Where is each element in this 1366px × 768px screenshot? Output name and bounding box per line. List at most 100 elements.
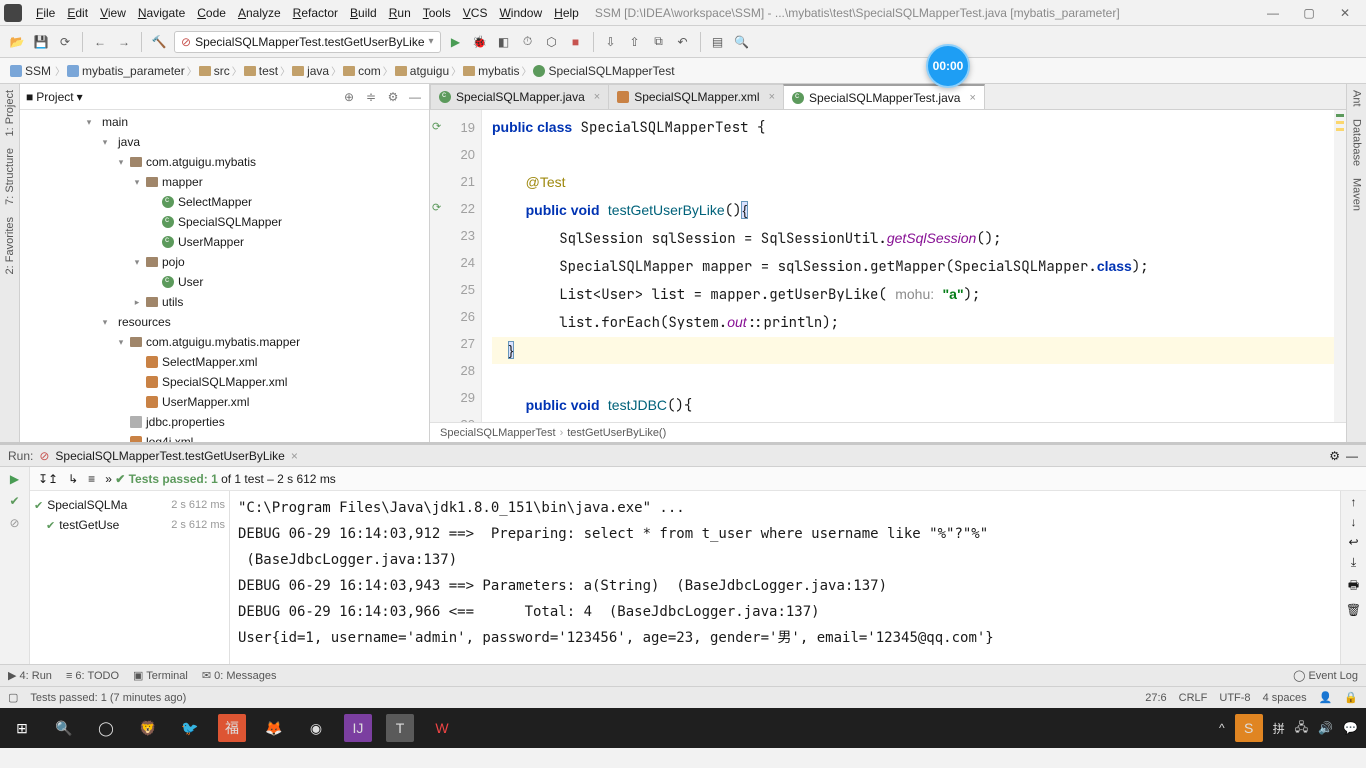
structure-tool-button[interactable]: 7: Structure <box>4 142 16 211</box>
maximize-button[interactable]: ▢ <box>1292 3 1326 23</box>
test-node[interactable]: ✔testGetUse2 s 612 ms <box>34 515 225 535</box>
caret-position[interactable]: 27:6 <box>1145 692 1166 704</box>
tree-node[interactable]: UserMapper <box>20 232 429 252</box>
sort-icon[interactable]: ↧↥ <box>38 472 58 486</box>
menu-run[interactable]: Run <box>383 4 417 22</box>
expander-icon[interactable]: ▾ <box>132 177 142 188</box>
scroll-down-icon[interactable]: ↓ <box>1351 515 1357 529</box>
expander-icon[interactable]: ▾ <box>100 317 110 328</box>
scroll-to-end-icon[interactable]: ⤓ <box>1351 555 1356 570</box>
inspections-icon[interactable]: 👤 <box>1319 691 1333 704</box>
breadcrumb-item[interactable]: java <box>290 64 331 78</box>
tree-node[interactable]: ▾resources <box>20 312 429 332</box>
clear-icon[interactable]: 🗑 <box>1346 603 1361 617</box>
line-separator[interactable]: CRLF <box>1179 692 1208 704</box>
menu-refactor[interactable]: Refactor <box>287 4 344 22</box>
attach-button[interactable]: ⬡ <box>543 33 561 51</box>
close-tab-icon[interactable]: × <box>769 91 775 103</box>
project-view-selector[interactable]: ■ Project ▾ <box>26 90 83 104</box>
menu-edit[interactable]: Edit <box>61 4 94 22</box>
editor-tab[interactable]: SpecialSQLMapper.xml× <box>608 84 784 109</box>
code-editor[interactable]: public class SpecialSQLMapperTest { @Tes… <box>482 110 1334 422</box>
breadcrumb-item[interactable]: atguigu <box>393 64 451 78</box>
expand-all-icon[interactable]: ≑ <box>363 89 379 105</box>
terminal-tab[interactable]: ▣ Terminal <box>133 669 188 682</box>
volume-icon[interactable]: 🔊 <box>1318 721 1333 735</box>
run-hide-icon[interactable]: — <box>1346 449 1358 463</box>
collapse-icon[interactable]: ≡ <box>88 472 95 486</box>
search-button[interactable]: 🔍 <box>50 714 78 742</box>
tree-node[interactable]: SelectMapper.xml <box>20 352 429 372</box>
firefox-icon[interactable]: 🦊 <box>260 714 288 742</box>
editor-breadcrumb[interactable]: SpecialSQLMapperTest › testGetUserByLike… <box>430 422 1346 442</box>
scroll-up-icon[interactable]: ↑ <box>1351 495 1357 509</box>
tree-node[interactable]: SpecialSQLMapper.xml <box>20 372 429 392</box>
app-icon[interactable]: T <box>386 714 414 742</box>
breadcrumb-module[interactable]: SSM <box>8 64 53 78</box>
tree-node[interactable]: ▾mapper <box>20 172 429 192</box>
expander-icon[interactable]: ▾ <box>84 117 94 128</box>
menu-view[interactable]: View <box>94 4 132 22</box>
gutter[interactable]: 19⟳202122⟳2324252627282930 <box>430 110 482 422</box>
breadcrumb-item[interactable]: SpecialSQLMapperTest <box>531 64 676 78</box>
app-icon[interactable]: 🐦 <box>176 714 204 742</box>
menu-vcs[interactable]: VCS <box>457 4 494 22</box>
maven-tool-button[interactable]: Maven <box>1351 172 1363 217</box>
messages-tab[interactable]: ✉ 0: Messages <box>202 669 277 682</box>
intellij-icon[interactable]: IJ <box>344 714 372 742</box>
favorites-tool-button[interactable]: 2: Favorites <box>4 211 16 280</box>
lock-icon[interactable]: 🔒 <box>1344 691 1358 704</box>
tree-node[interactable]: User <box>20 272 429 292</box>
tree-node[interactable]: log4j.xml <box>20 432 429 442</box>
close-button[interactable]: ✕ <box>1328 3 1362 23</box>
close-tab-icon[interactable]: × <box>969 92 975 104</box>
file-encoding[interactable]: UTF-8 <box>1219 692 1250 704</box>
notifications-icon[interactable]: 💬 <box>1343 721 1358 735</box>
tray-icon[interactable]: S <box>1235 714 1263 742</box>
profile-button[interactable]: ⏱ <box>519 33 537 51</box>
sync-icon[interactable]: ⟳ <box>56 33 74 51</box>
back-icon[interactable]: ← <box>91 33 109 51</box>
tree-node[interactable]: ▸utils <box>20 292 429 312</box>
minimize-button[interactable]: — <box>1256 3 1290 23</box>
menu-window[interactable]: Window <box>493 4 548 22</box>
chrome-icon[interactable]: ◉ <box>302 714 330 742</box>
vcs-history-icon[interactable]: ⧉ <box>650 33 668 51</box>
expander-icon[interactable]: ▾ <box>116 157 126 168</box>
tree-node[interactable]: jdbc.properties <box>20 412 429 432</box>
debug-button[interactable]: 🐞 <box>471 33 489 51</box>
test-node[interactable]: ✔SpecialSQLMa2 s 612 ms <box>34 495 225 515</box>
run-tab[interactable]: ▶ 4: Run <box>8 669 52 682</box>
menu-tools[interactable]: Tools <box>417 4 457 22</box>
run-settings-icon[interactable]: ⚙ <box>1329 449 1340 463</box>
soft-wrap-icon[interactable]: ↩ <box>1348 535 1358 549</box>
tree-node[interactable]: SelectMapper <box>20 192 429 212</box>
toggle-ignore-icon[interactable]: ⊘ <box>7 515 23 531</box>
vcs-revert-icon[interactable]: ↶ <box>674 33 692 51</box>
menu-build[interactable]: Build <box>344 4 383 22</box>
breadcrumb-item[interactable]: mybatis_parameter <box>65 64 187 78</box>
tree-node[interactable]: ▾com.atguigu.mybatis <box>20 152 429 172</box>
ant-tool-button[interactable]: Ant <box>1351 84 1363 113</box>
vcs-commit-icon[interactable]: ⇧ <box>626 33 644 51</box>
run-gutter-icon[interactable]: ⟳ <box>432 114 441 141</box>
expand-icon[interactable]: ↳ <box>68 472 78 486</box>
editor-tab[interactable]: SpecialSQLMapper.java× <box>430 84 609 109</box>
app-icon[interactable]: 福 <box>218 714 246 742</box>
system-tray[interactable]: ^ S 拼 🖧 🔊 💬 <box>1219 714 1358 742</box>
toggle-pass-icon[interactable]: ✔ <box>7 493 23 509</box>
print-icon[interactable]: 🖶 <box>1348 576 1359 597</box>
network-icon[interactable]: 🖧 <box>1295 718 1308 739</box>
breadcrumb-item[interactable]: mybatis <box>461 64 521 78</box>
stop-button[interactable]: ■ <box>567 33 585 51</box>
open-icon[interactable]: 📂 <box>8 33 26 51</box>
project-tree[interactable]: ▾main▾java▾com.atguigu.mybatis▾mapperSel… <box>20 110 429 442</box>
run-gutter-icon[interactable]: ⟳ <box>432 195 441 222</box>
breadcrumb-item[interactable]: com <box>341 64 383 78</box>
rerun-icon[interactable]: ▶ <box>7 471 23 487</box>
forward-icon[interactable]: → <box>115 33 133 51</box>
test-tree[interactable]: ✔SpecialSQLMa2 s 612 ms✔testGetUse2 s 61… <box>30 491 230 664</box>
vcs-update-icon[interactable]: ⇩ <box>602 33 620 51</box>
close-tab-icon[interactable]: × <box>594 91 600 103</box>
menu-analyze[interactable]: Analyze <box>232 4 287 22</box>
